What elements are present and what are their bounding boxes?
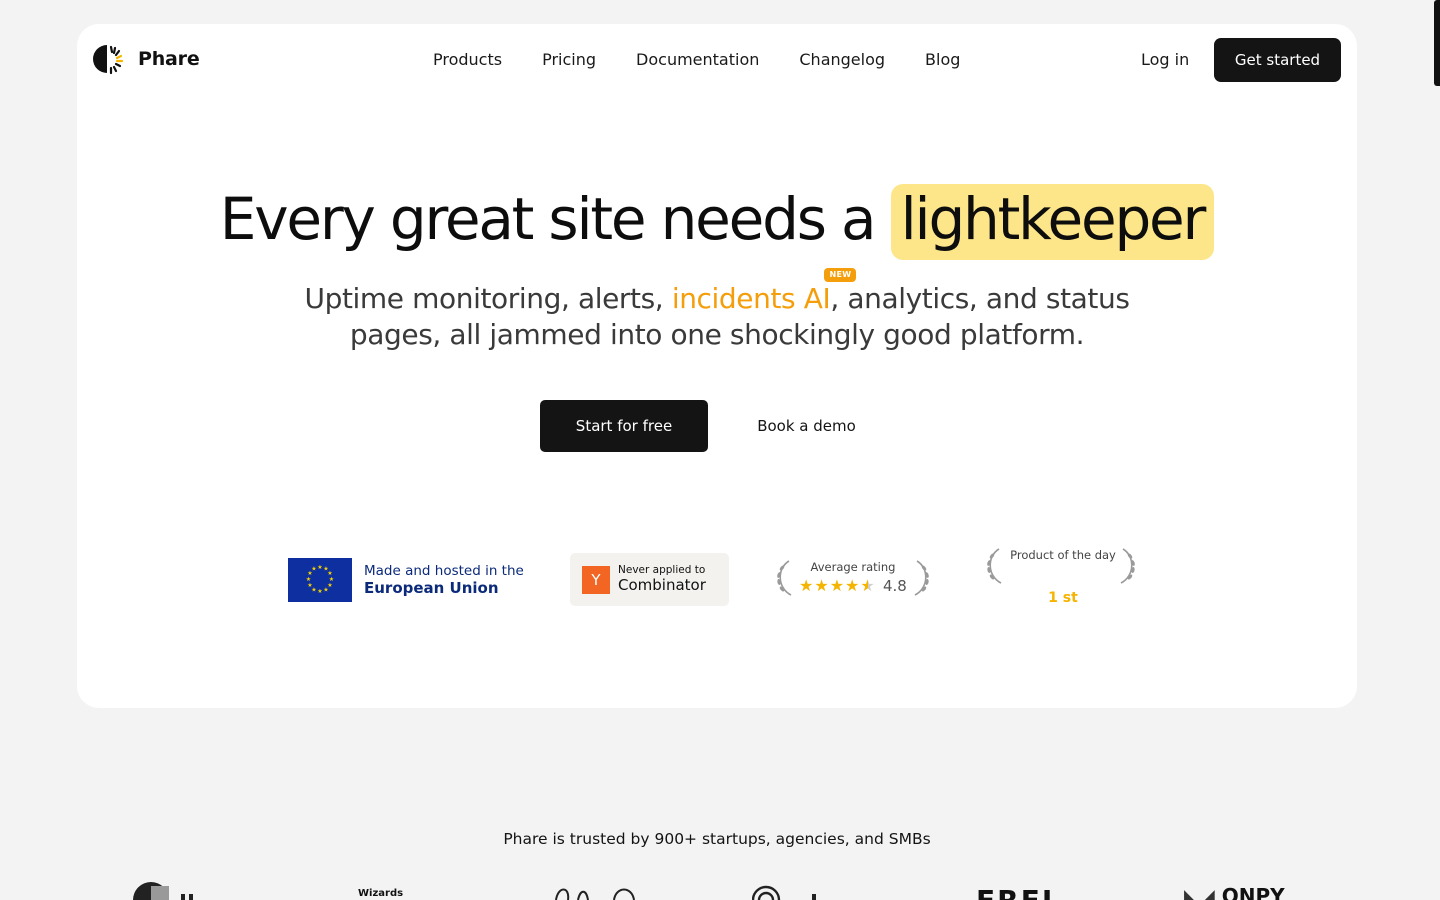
- client-logo-circle-icon: [133, 882, 193, 900]
- svg-text:★: ★: [307, 582, 312, 589]
- rating-stars: ★ ★ ★ ★ ★: [799, 578, 875, 594]
- hero-title: Every great site needs a lightkeeper: [77, 184, 1357, 260]
- top-navigation: Phare Products Pricing Documentation Cha…: [77, 24, 1357, 96]
- client-logo-target-icon: [752, 885, 816, 900]
- eu-flag-icon: ★ ★★ ★★★ ★★★ ★★★: [288, 558, 352, 602]
- star-icon: ★: [814, 576, 829, 595]
- client-logo-onpy: ◣◢ ONPY: [1184, 884, 1285, 900]
- hero-title-main: Every great site needs a: [219, 185, 891, 253]
- hero-subtitle: Uptime monitoring, alerts, incidents AI N…: [267, 268, 1167, 353]
- subtitle-part1: Uptime monitoring, alerts,: [304, 282, 672, 315]
- eu-badge-text: Made and hosted in the European Union: [364, 563, 524, 597]
- laurel-right-icon: [914, 560, 929, 596]
- client-logo-onpy-text: ONPY: [1221, 884, 1285, 900]
- client-logo-script-icon: [555, 888, 635, 900]
- book-demo-button[interactable]: Book a demo: [730, 400, 883, 452]
- nav-products[interactable]: Products: [433, 50, 502, 69]
- svg-text:★: ★: [317, 564, 322, 571]
- svg-text:★: ★: [311, 566, 316, 573]
- new-badge: NEW: [824, 268, 857, 282]
- client-logo-strip: Wizards EREI ◣◢ ONPY: [0, 880, 1434, 900]
- svg-text:★: ★: [323, 587, 328, 594]
- svg-text:★: ★: [317, 588, 322, 595]
- scrollbar-thumb[interactable]: [1434, 0, 1440, 86]
- star-icon: ★: [829, 576, 845, 595]
- yc-badge-line1: Never applied to: [618, 564, 706, 576]
- client-logo-wizards: Wizards: [358, 888, 404, 899]
- rating-label: Average rating: [810, 560, 896, 574]
- incidents-ai-link[interactable]: incidents AI NEW: [671, 268, 857, 315]
- hero-card: Phare Products Pricing Documentation Cha…: [77, 24, 1357, 708]
- nav-blog[interactable]: Blog: [925, 50, 960, 69]
- average-rating-badge: Average rating ★ ★ ★ ★ ★ 4.8: [773, 558, 933, 602]
- get-started-button[interactable]: Get started: [1214, 38, 1341, 82]
- eu-badge-line2: European Union: [364, 579, 499, 597]
- eu-hosting-badge: ★ ★ ★ ★ ★ ★ ★ ★ ★ ★ ★ ★ Made and hosted in the E…: [288, 558, 524, 602]
- star-icon: ★: [799, 576, 814, 595]
- nav-pricing[interactable]: Pricing: [542, 50, 596, 69]
- eu-badge-line1: Made and hosted in the: [364, 563, 524, 579]
- svg-text:★: ★: [306, 576, 311, 583]
- brand-name: Phare: [138, 48, 200, 70]
- incidents-ai-text: incidents AI: [671, 282, 831, 315]
- rating-value: 4.8: [883, 577, 907, 595]
- nav-documentation[interactable]: Documentation: [636, 50, 759, 69]
- client-logo-erei: EREI: [976, 884, 1054, 900]
- login-link[interactable]: Log in: [1141, 50, 1189, 69]
- yc-logo-icon: Y: [582, 565, 610, 594]
- m-mark-icon: ◣◢: [1184, 884, 1215, 900]
- half-star-icon: ★: [860, 576, 875, 595]
- hero-title-highlight: lightkeeper: [890, 184, 1215, 260]
- lighthouse-logo-icon: [93, 45, 124, 75]
- trusted-by-text: Phare is trusted by 900+ startups, agenc…: [503, 830, 931, 848]
- product-of-the-day-badge: Product of the day 1 st: [983, 546, 1143, 612]
- yc-badge-line2: Combinator: [618, 576, 706, 594]
- yc-badge: Y Never applied to Combinator: [570, 553, 729, 606]
- brand-logo[interactable]: Phare: [92, 42, 200, 76]
- laurel-right-icon: [1120, 548, 1135, 584]
- potd-rank: 1 st: [1048, 590, 1078, 606]
- main-menu: Products Pricing Documentation Changelog…: [433, 50, 1000, 69]
- nav-changelog[interactable]: Changelog: [799, 50, 885, 69]
- yc-badge-text: Never applied to Combinator: [618, 564, 706, 595]
- start-for-free-button[interactable]: Start for free: [540, 400, 708, 452]
- star-icon: ★: [845, 576, 860, 595]
